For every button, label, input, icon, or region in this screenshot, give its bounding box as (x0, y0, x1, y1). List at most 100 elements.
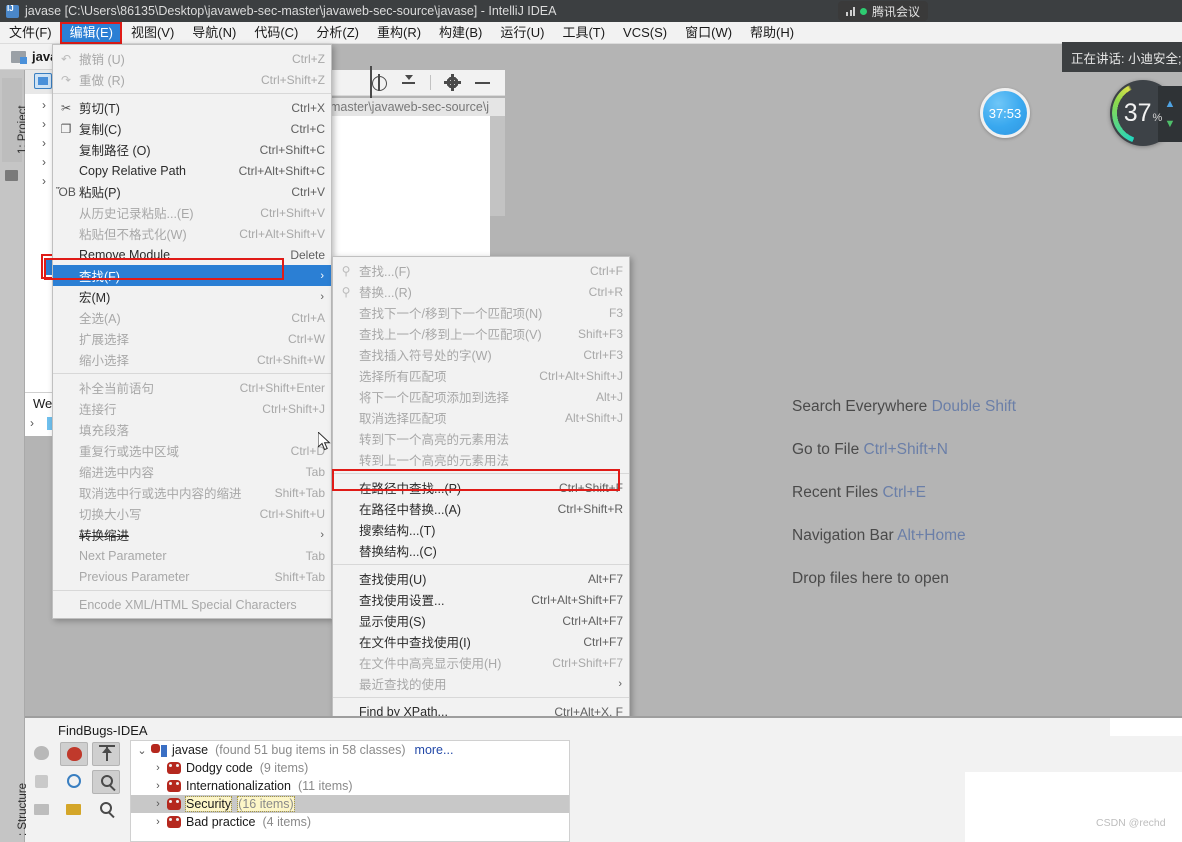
chevron-right-icon[interactable]: › (149, 816, 167, 828)
edit-menu-item-24[interactable]: 转换缩进 › (53, 524, 331, 545)
findbugs-more-link[interactable]: more... (415, 743, 454, 757)
find-menu-item-0[interactable]: ⚲ 查找...(F) Ctrl+F (333, 260, 629, 281)
edit-menu-item-23[interactable]: 切换大小写 Ctrl+Shift+U (53, 503, 331, 524)
find-menu-item-20[interactable]: 在文件中高亮显示使用(H) Ctrl+Shift+F7 (333, 652, 629, 673)
chevron-right-icon[interactable]: › (149, 798, 167, 810)
find-menu-item-accelerator: Alt+F7 (587, 571, 623, 586)
menubar-item-9[interactable]: 工具(T) (553, 22, 614, 44)
find-bug-icon[interactable] (92, 770, 120, 794)
find-menu-item-2[interactable]: 查找下一个/移到下一个匹配项(N) F3 (333, 302, 629, 323)
find-menu-item-19[interactable]: 在文件中查找使用(I) Ctrl+F7 (333, 631, 629, 652)
find-menu-item-4[interactable]: 查找插入符号处的字(W) Ctrl+F3 (333, 344, 629, 365)
edit-menu-item-21[interactable]: 缩进选中内容 Tab (53, 461, 331, 482)
menubar-item-6[interactable]: 重构(R) (368, 22, 430, 44)
chevron-down-icon[interactable]: ⌄ (133, 744, 151, 757)
edit-menu-item-label: 重复行或选中区域 (79, 445, 180, 459)
cube-gray-icon[interactable] (28, 770, 56, 794)
menubar-item-4[interactable]: 代码(C) (245, 22, 307, 44)
edit-menu-item-8[interactable]: 从历史记录粘贴...(E) Ctrl+Shift+V (53, 202, 331, 223)
edit-menu-item-12[interactable]: 宏(M) › (53, 286, 331, 307)
menubar-item-10[interactable]: VCS(S) (614, 22, 676, 44)
folder-bug-icon[interactable] (60, 798, 88, 822)
find-menu-item-3[interactable]: 查找上一个/移到上一个匹配项(V) Shift+F3 (333, 323, 629, 344)
edit-menu-item-label: 取消选中行或选中内容的缩进 (79, 487, 242, 501)
find-menu-item-5[interactable]: 选择所有匹配项 Ctrl+Alt+Shift+J (333, 365, 629, 386)
find-menu-item-17[interactable]: 查找使用设置... Ctrl+Alt+Shift+F7 (333, 589, 629, 610)
minimize-icon[interactable] (474, 74, 491, 91)
find-menu-item-7[interactable]: 取消选择匹配项 Alt+Shift+J (333, 407, 629, 428)
menubar-item-12[interactable]: 帮助(H) (741, 22, 803, 44)
menubar-item-8[interactable]: 运行(U) (491, 22, 553, 44)
edit-menu-item-7[interactable]: ὌB 粘贴(P) Ctrl+V (53, 181, 331, 202)
find-menu-item-18[interactable]: 显示使用(S) Ctrl+Alt+F7 (333, 610, 629, 631)
menubar-item-7[interactable]: 构建(B) (430, 22, 491, 44)
sidebar-tab-project[interactable]: 1: Project (2, 78, 29, 162)
find-menu-item-9[interactable]: 转到上一个高亮的元素用法 (333, 449, 629, 470)
edit-menu-item-0[interactable]: ↶ 撤销 (U) Ctrl+Z (53, 48, 331, 69)
circle-c-icon[interactable] (60, 770, 88, 794)
findbugs-category-row[interactable]: › Internationalization (11 items) (131, 777, 569, 795)
edit-menu-item-13[interactable]: 全选(A) Ctrl+A (53, 307, 331, 328)
settings-gear-icon[interactable] (444, 74, 461, 91)
edit-menu-item-25[interactable]: Next Parameter Tab (53, 545, 331, 566)
find-menu-item-16[interactable]: 查找使用(U) Alt+F7 (333, 568, 629, 589)
edit-menu-item-19[interactable]: 填充段落 (53, 419, 331, 440)
edit-menu-item-15[interactable]: 缩小选择 Ctrl+Shift+W (53, 349, 331, 370)
findbugs-toolbar[interactable] (28, 742, 120, 842)
export-up-icon[interactable] (92, 742, 120, 766)
find-menu-item-6[interactable]: 将下一个匹配项添加到选择 Alt+J (333, 386, 629, 407)
find-menu-item-1[interactable]: ⚲ 替换...(R) Ctrl+R (333, 281, 629, 302)
edit-menu-item-26[interactable]: Previous Parameter Shift+Tab (53, 566, 331, 587)
menubar-item-3[interactable]: 导航(N) (183, 22, 245, 44)
module-icon[interactable] (34, 73, 52, 89)
bug-gray-icon[interactable] (28, 742, 56, 766)
edit-menu-item-5[interactable]: 复制路径 (O) Ctrl+Shift+C (53, 139, 331, 160)
meeting-timer-bubble[interactable]: 37:53 (980, 88, 1030, 138)
find-menu-item-8[interactable]: 转到下一个高亮的元素用法 (333, 428, 629, 449)
edit-menu-item-11[interactable]: 查找(F) › (53, 265, 331, 286)
edit-menu-item-18[interactable]: 连接行 Ctrl+Shift+J (53, 398, 331, 419)
findbugs-category-row[interactable]: › Bad practice (4 items) (131, 813, 569, 831)
edit-menu-item-6[interactable]: Copy Relative Path Ctrl+Alt+Shift+C (53, 160, 331, 181)
findbugs-root-row[interactable]: ⌄ javase (found 51 bug items in 58 classes… (131, 741, 569, 759)
menubar-item-0[interactable]: 文件(F) (0, 22, 61, 44)
edit-menu-item-14[interactable]: 扩展选择 Ctrl+W (53, 328, 331, 349)
bug-red-icon[interactable] (60, 742, 88, 766)
edit-menu-item-3[interactable]: ✂ 剪切(T) Ctrl+X (53, 97, 331, 118)
menubar-item-1[interactable]: 编辑(E) (60, 21, 122, 44)
edit-menu-item-10[interactable]: Remove Module Delete (53, 244, 331, 265)
menu-bar[interactable]: 文件(F) 编辑(E) 视图(V) 导航(N) 代码(C) 分析(Z) 重构(R) 构建(B)… (0, 21, 1182, 44)
edit-menu-item-accelerator: Ctrl+Shift+V (260, 205, 325, 220)
search-icon[interactable] (92, 798, 120, 822)
find-menu-item-21[interactable]: 最近查找的使用 › (333, 673, 629, 694)
edit-menu-item-28[interactable]: Encode XML/HTML Special Characters (53, 594, 331, 615)
find-menu-item-13[interactable]: 搜索结构...(T) (333, 519, 629, 540)
edit-dropdown-menu[interactable]: ↶ 撤销 (U) Ctrl+Z ↷ 重做 (R) Ctrl+Shift+Z ✂ 剪切(T) Ct… (52, 44, 332, 619)
findbugs-category-row[interactable]: › Dodgy code (9 items) (131, 759, 569, 777)
findbugs-category-row[interactable]: › Security (16 items) (131, 795, 569, 813)
find-submenu[interactable]: ⚲ 查找...(F) Ctrl+F ⚲ 替换...(R) Ctrl+R 查找下一个/移到下一… (332, 256, 630, 726)
folder-icon[interactable] (5, 170, 18, 181)
edit-menu-item-1[interactable]: ↷ 重做 (R) Ctrl+Shift+Z (53, 69, 331, 90)
edit-menu-item-label: 查找(F) (79, 270, 120, 284)
menubar-item-5[interactable]: 分析(Z) (307, 22, 368, 44)
find-menu-item-12[interactable]: 在路径中替换...(A) Ctrl+Shift+R (333, 498, 629, 519)
findbugs-tree[interactable]: ⌄ javase (found 51 bug items in 58 classes… (130, 740, 570, 842)
menubar-item-11[interactable]: 窗口(W) (676, 22, 741, 44)
edit-menu-item-accelerator: Ctrl+Shift+W (256, 352, 325, 367)
chevron-right-icon[interactable]: › (30, 416, 34, 430)
edit-menu-item-4[interactable]: ❐ 复制(C) Ctrl+C (53, 118, 331, 139)
locate-target-icon[interactable] (370, 74, 387, 91)
edit-menu-item-20[interactable]: 重复行或选中区域 Ctrl+D (53, 440, 331, 461)
tencent-meeting-pill[interactable]: 腾讯会议 (838, 1, 929, 21)
edit-menu-item-22[interactable]: 取消选中行或选中内容的缩进 Shift+Tab (53, 482, 331, 503)
menubar-item-2[interactable]: 视图(V) (122, 22, 183, 44)
edit-menu-item-9[interactable]: 粘贴但不格式化(W) Ctrl+Alt+Shift+V (53, 223, 331, 244)
edit-menu-item-17[interactable]: 补全当前语句 Ctrl+Shift+Enter (53, 377, 331, 398)
find-menu-item-11[interactable]: 在路径中查找...(P) Ctrl+Shift+F (333, 477, 629, 498)
find-menu-item-14[interactable]: 替换结构...(C) (333, 540, 629, 561)
collapse-all-icon[interactable] (400, 74, 417, 91)
chevron-right-icon[interactable]: › (149, 762, 167, 774)
chevron-right-icon[interactable]: › (149, 780, 167, 792)
folder-gray-icon[interactable] (28, 798, 56, 822)
